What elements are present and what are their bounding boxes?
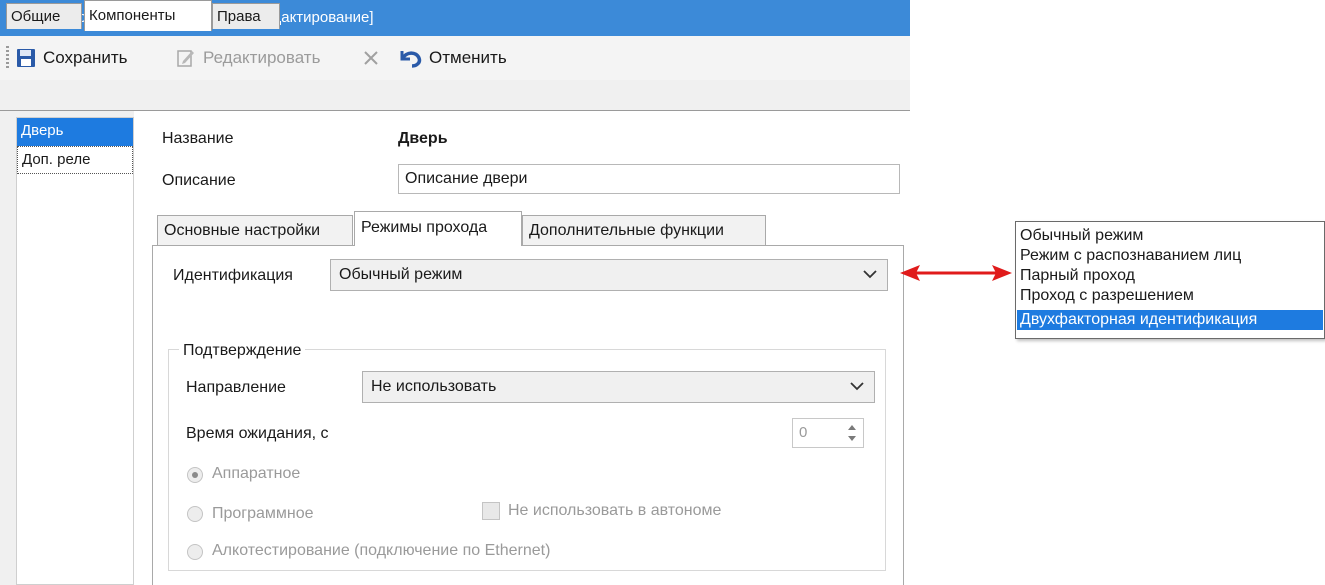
undo-icon bbox=[398, 48, 422, 68]
cancel-button[interactable]: Отменить bbox=[398, 42, 507, 74]
identification-options-list[interactable]: Обычный режим Режим с распознаванием лиц… bbox=[1015, 221, 1325, 339]
option-normal[interactable]: Обычный режим bbox=[1017, 226, 1323, 246]
chevron-down-icon bbox=[863, 270, 877, 279]
double-arrow-icon bbox=[900, 265, 1012, 281]
radio-hardware[interactable] bbox=[187, 467, 203, 483]
edit-button[interactable]: Редактировать bbox=[176, 42, 320, 74]
edit-icon bbox=[176, 48, 196, 68]
description-label: Описание bbox=[162, 172, 236, 189]
components-list[interactable] bbox=[16, 117, 134, 585]
direction-value: Не использовать bbox=[371, 378, 497, 395]
identification-value: Обычный режим bbox=[339, 266, 463, 283]
timeout-spinner[interactable]: 0 bbox=[792, 418, 864, 448]
name-label: Название bbox=[162, 130, 234, 147]
offline-checkbox-label: Не использовать в автономе bbox=[508, 502, 722, 519]
tab-general[interactable]: Общие bbox=[6, 3, 82, 29]
name-value: Дверь bbox=[398, 130, 448, 147]
identification-label: Идентификация bbox=[173, 267, 293, 284]
radio-alcotest-label: Алкотестирование (подключение по Etherne… bbox=[212, 542, 551, 559]
description-input[interactable]: Описание двери bbox=[398, 164, 900, 194]
option-face-recognition[interactable]: Режим с распознаванием лиц bbox=[1017, 246, 1323, 266]
toolbar: Сохранить Редактировать Отменить bbox=[0, 36, 910, 80]
option-two-factor[interactable]: Двухфакторная идентификация bbox=[1017, 310, 1323, 330]
tab-extra-functions[interactable]: Дополнительные функции bbox=[522, 215, 766, 245]
radio-hardware-label: Аппаратное bbox=[212, 465, 301, 482]
direction-select[interactable]: Не использовать bbox=[362, 371, 875, 403]
confirmation-title: Подтверждение bbox=[179, 342, 306, 360]
cancel-label: Отменить bbox=[429, 48, 507, 67]
device-window: Устройство - Контроллер NC-8000 [Редакти… bbox=[0, 0, 910, 585]
option-pair-pass[interactable]: Парный проход bbox=[1017, 266, 1323, 286]
tab-components[interactable]: Компоненты bbox=[84, 0, 212, 31]
radio-software[interactable] bbox=[187, 506, 203, 522]
save-button[interactable]: Сохранить bbox=[16, 42, 127, 74]
option-pass-with-permission[interactable]: Проход с разрешением bbox=[1017, 286, 1323, 306]
radio-software-label: Программное bbox=[212, 505, 314, 522]
main-tabstrip bbox=[0, 80, 910, 111]
delete-button[interactable] bbox=[362, 42, 380, 74]
tab-pass-modes[interactable]: Режимы прохода bbox=[354, 211, 522, 246]
save-label: Сохранить bbox=[43, 48, 128, 67]
save-icon bbox=[16, 48, 36, 68]
offline-checkbox[interactable] bbox=[482, 502, 500, 520]
edit-label: Редактировать bbox=[203, 48, 321, 67]
delete-icon bbox=[362, 49, 380, 67]
radio-alcotest[interactable] bbox=[187, 544, 203, 560]
toolbar-grip[interactable] bbox=[6, 46, 9, 70]
timeout-label: Время ожидания, с bbox=[186, 425, 329, 442]
list-item-extra-relay[interactable]: Доп. реле bbox=[17, 146, 133, 174]
spinner-arrows-icon bbox=[848, 425, 856, 441]
list-item-door[interactable]: Дверь bbox=[17, 118, 133, 146]
direction-label: Направление bbox=[186, 379, 286, 396]
chevron-down-icon bbox=[850, 382, 864, 391]
tab-rights[interactable]: Права bbox=[212, 3, 280, 29]
tab-basic-settings[interactable]: Основные настройки bbox=[157, 215, 353, 245]
timeout-value: 0 bbox=[799, 424, 808, 441]
identification-select[interactable]: Обычный режим bbox=[330, 259, 888, 291]
